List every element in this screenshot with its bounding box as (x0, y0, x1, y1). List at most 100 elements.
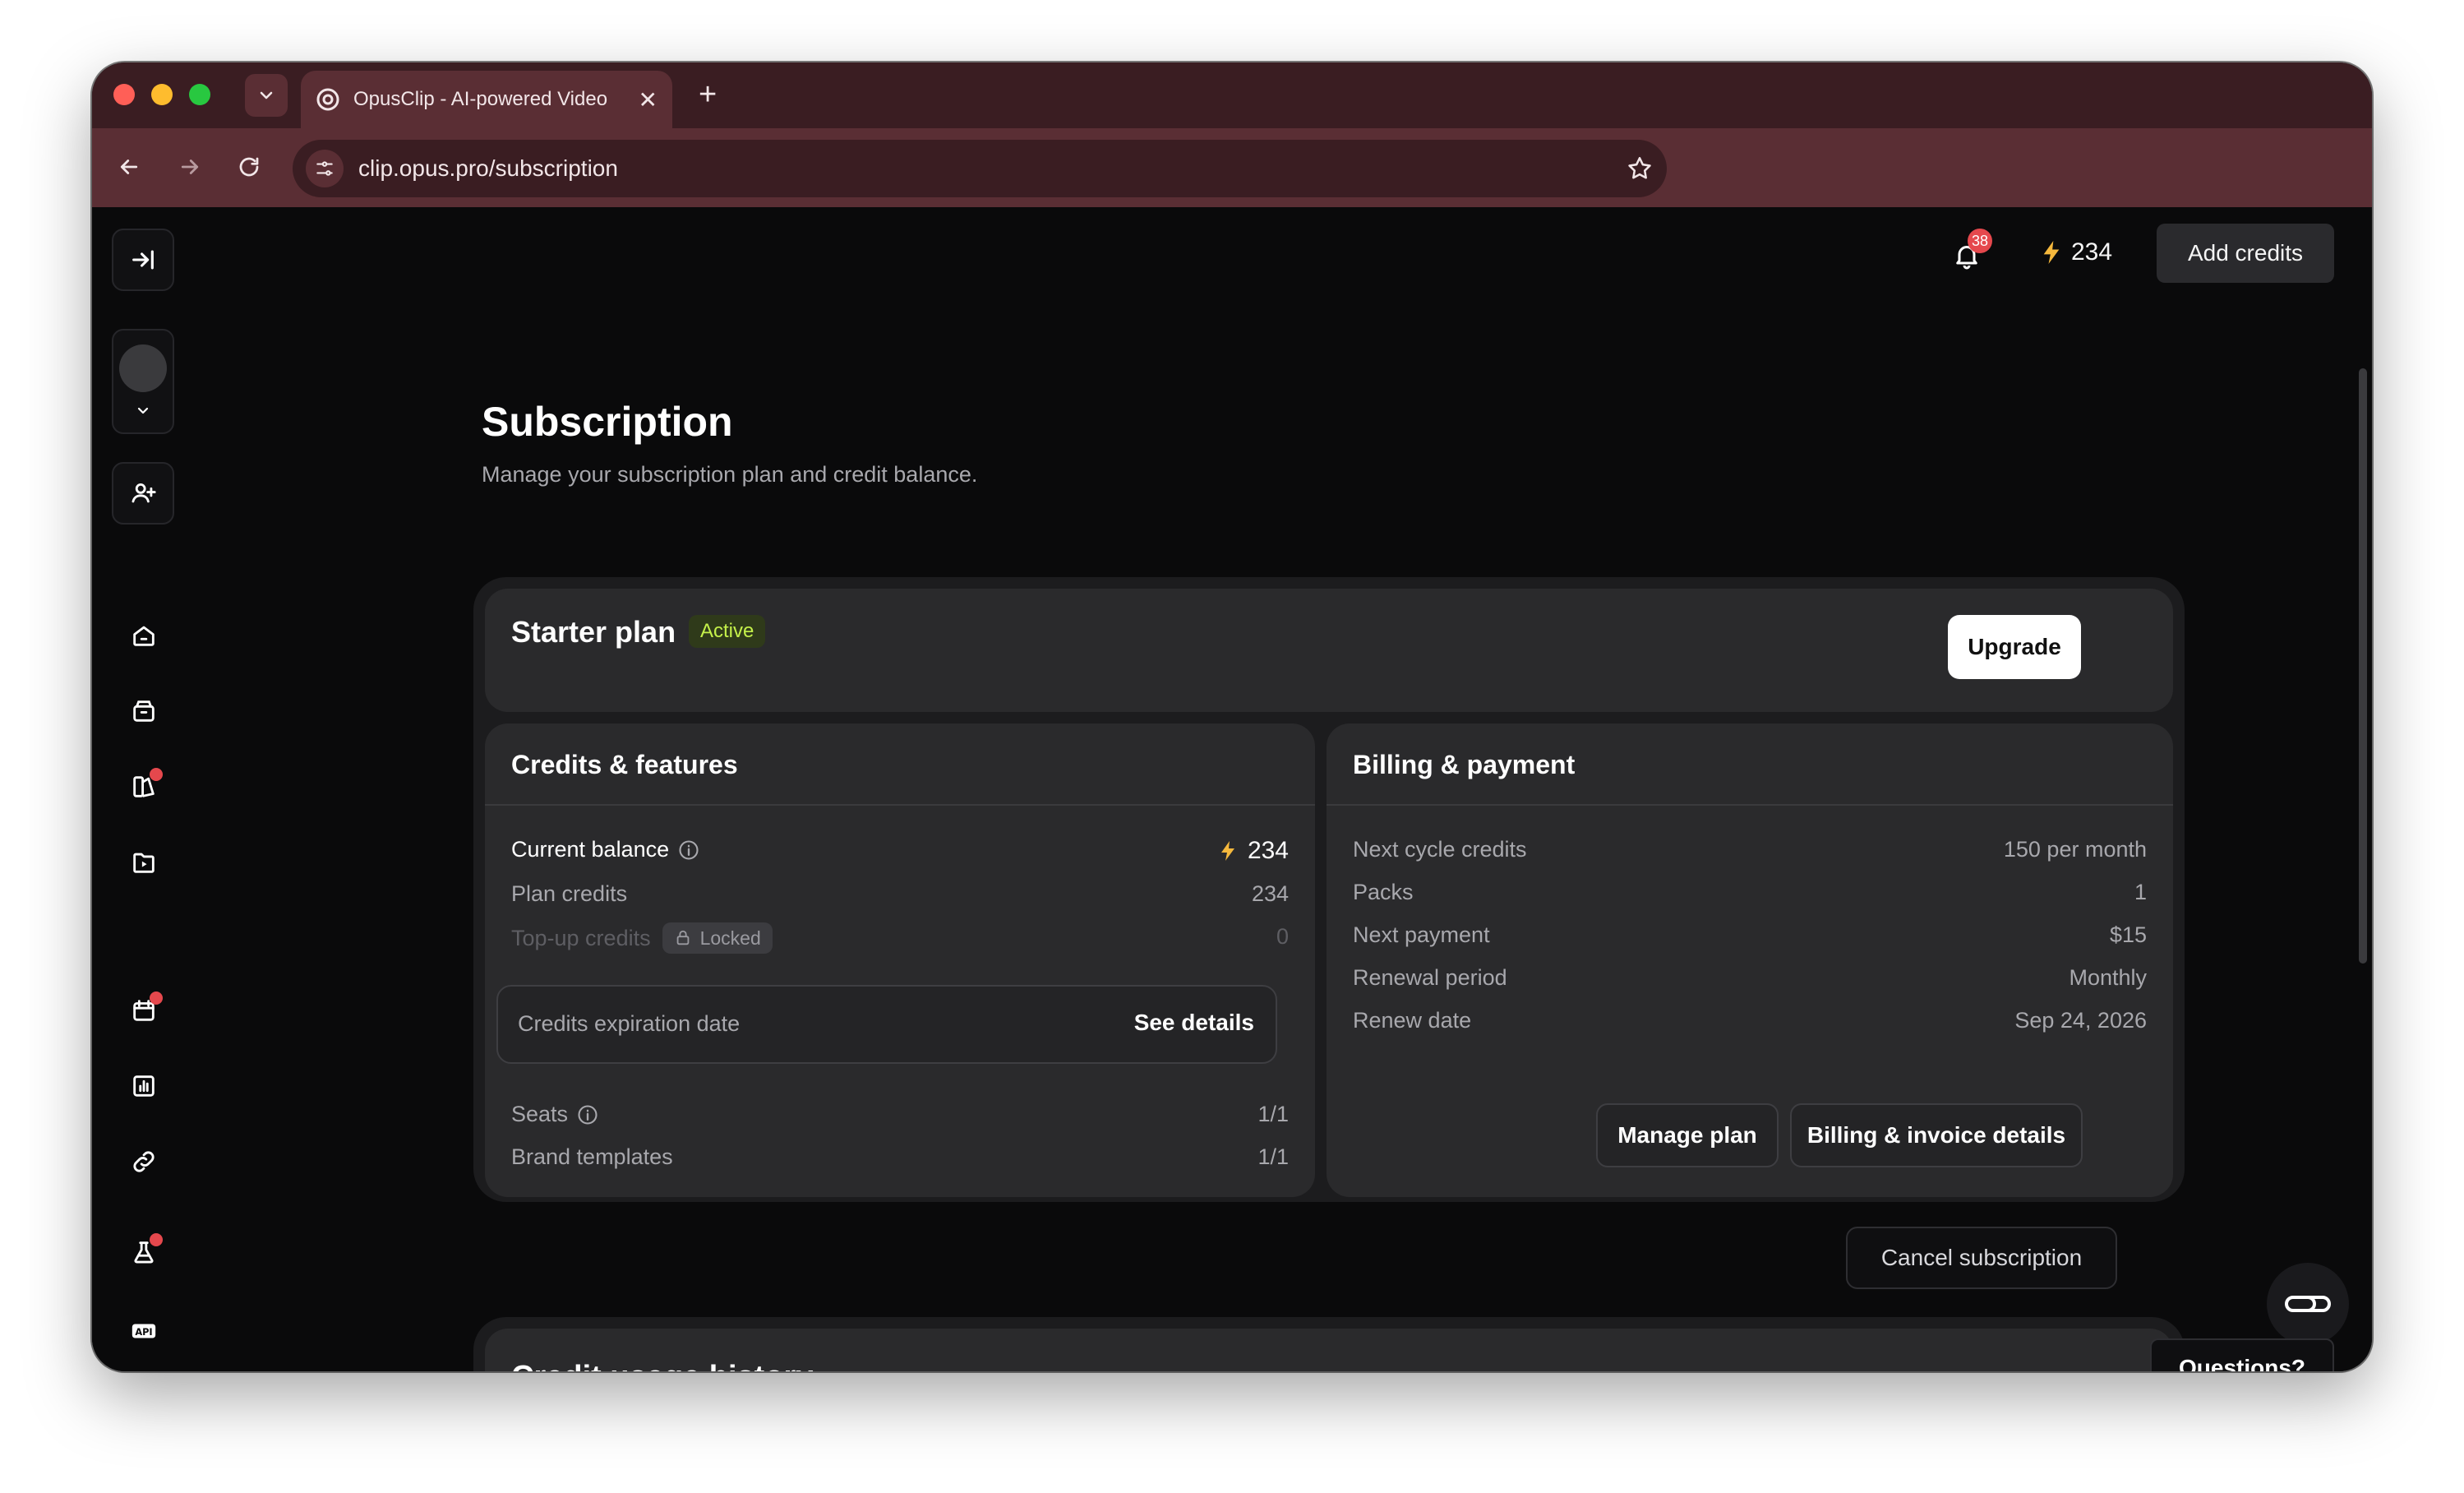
analytics-icon (133, 1075, 155, 1097)
sidebar-item-brand[interactable] (125, 768, 163, 806)
sidebar-item-api[interactable]: API (125, 1312, 163, 1350)
see-details-button[interactable]: See details (1134, 1010, 1254, 1036)
archive-icon (133, 700, 155, 722)
opusclip-favicon-icon (316, 88, 339, 111)
expand-sidebar-icon (132, 250, 154, 270)
add-user-icon (132, 483, 156, 503)
billing-row-label: Next payment (1353, 922, 1490, 947)
locked-badge: Locked (662, 922, 773, 954)
sidebar-item-links[interactable] (125, 1143, 163, 1181)
home-icon (133, 626, 155, 646)
tab-strip: OpusClip - AI-powered Video ✕ + (92, 62, 2372, 128)
notification-dot (150, 991, 163, 1005)
close-window-button[interactable] (113, 84, 135, 105)
topup-credits-label: Top-up credits Locked (511, 919, 773, 957)
tab-close-icon[interactable]: ✕ (639, 86, 658, 113)
site-info-button[interactable] (306, 150, 344, 187)
notification-dot (150, 1233, 163, 1246)
reload-button[interactable] (228, 146, 270, 187)
invite-member-button[interactable] (112, 462, 174, 525)
billing-row-label: Next cycle credits (1353, 837, 1527, 862)
arrow-right-icon (181, 159, 199, 174)
reload-icon (239, 157, 259, 177)
scrollbar[interactable] (2359, 368, 2367, 964)
api-icon: API (132, 1324, 156, 1338)
url-text: clip.opus.pro/subscription (358, 155, 618, 181)
current-balance-value: 234 (1128, 837, 1289, 865)
expand-sidebar-button[interactable] (112, 229, 174, 291)
upgrade-button[interactable]: Upgrade (1948, 615, 2081, 679)
chevron-down-icon (137, 407, 149, 414)
status-badge: Active (689, 615, 766, 648)
manage-plan-button[interactable]: Manage plan (1596, 1103, 1779, 1167)
billing-row-label: Renew date (1353, 1008, 1472, 1033)
browser-window: OpusClip - AI-powered Video ✕ + clip.opu… (92, 62, 2372, 1371)
chat-infinity-icon (2285, 1296, 2331, 1312)
seats-label: Seats (511, 1102, 599, 1127)
sidebar-item-assets[interactable] (125, 692, 163, 730)
billing-row-value: 1 (2134, 880, 2147, 904)
link-icon (133, 1151, 155, 1172)
page-content: API 38 234 Add credits Subscription Mana… (92, 207, 2372, 1371)
billing-row-value: 150 per month (2003, 837, 2147, 862)
lightning-bolt-icon (2043, 241, 2060, 264)
cancel-subscription-button[interactable]: Cancel subscription (1846, 1227, 2117, 1289)
arrow-left-icon (120, 159, 138, 174)
credit-balance[interactable]: 234 (2040, 224, 2112, 281)
info-icon[interactable] (576, 1103, 599, 1126)
minimize-window-button[interactable] (151, 84, 173, 105)
sidebar-item-analytics[interactable] (125, 1067, 163, 1105)
notification-dot (150, 768, 163, 781)
new-tab-button[interactable]: + (699, 77, 717, 113)
tab-title: OpusClip - AI-powered Video (353, 88, 608, 110)
seats-value: 1/1 (1257, 1102, 1289, 1126)
credit-usage-history-title: Credit usage history (511, 1360, 813, 1371)
address-bar[interactable]: clip.opus.pro/subscription (293, 140, 1667, 197)
plan-name: Starter plan (511, 615, 676, 649)
divider (485, 804, 1315, 806)
workspace-switcher[interactable] (112, 329, 174, 434)
current-balance-label: Current balance (511, 837, 700, 862)
toolbar: clip.opus.pro/subscription (92, 128, 2372, 207)
tune-icon (316, 161, 333, 176)
billing-invoice-details-button[interactable]: Billing & invoice details (1790, 1103, 2083, 1167)
brand-templates-label: Brand templates (511, 1144, 673, 1169)
sidebar-item-home[interactable] (125, 617, 163, 654)
sidebar-item-labs[interactable] (125, 1233, 163, 1271)
questions-button[interactable]: Questions? (2150, 1338, 2334, 1371)
credits-expiration-row: Credits expiration date See details (496, 985, 1277, 1064)
credits-features-title: Credits & features (511, 750, 738, 779)
page-subtitle: Manage your subscription plan and credit… (482, 462, 978, 487)
notification-count-badge: 38 (1968, 229, 1992, 253)
chevron-down-icon (260, 91, 273, 99)
svg-text:API: API (135, 1326, 152, 1338)
sidebar-item-calendar[interactable] (125, 991, 163, 1029)
browser-tab[interactable]: OpusClip - AI-powered Video ✕ (301, 71, 672, 128)
add-credits-button[interactable]: Add credits (2157, 224, 2334, 283)
lightning-bolt-icon (1220, 841, 1234, 861)
topup-credits-value: 0 (1276, 924, 1289, 949)
billing-row-label: Packs (1353, 880, 1414, 904)
billing-payment-title: Billing & payment (1353, 750, 1576, 779)
plan-credits-label: Plan credits (511, 881, 628, 906)
billing-row-value: Monthly (2069, 965, 2147, 990)
page-title: Subscription (482, 399, 733, 445)
credit-balance-value: 234 (2071, 238, 2113, 266)
forward-button[interactable] (169, 146, 210, 187)
video-folder-icon (133, 853, 155, 873)
back-button[interactable] (108, 146, 150, 187)
billing-row-label: Renewal period (1353, 965, 1507, 990)
avatar (119, 344, 167, 392)
maximize-window-button[interactable] (189, 84, 210, 105)
tab-search-button[interactable] (245, 74, 288, 117)
billing-row-value: Sep 24, 2026 (2014, 1008, 2147, 1033)
lock-icon (676, 930, 689, 945)
credits-expiration-label: Credits expiration date (518, 1011, 741, 1036)
divider (1327, 804, 2173, 806)
bookmark-star-icon[interactable] (1626, 155, 1654, 183)
sidebar-item-projects[interactable] (125, 844, 163, 881)
support-chat-button[interactable] (2267, 1263, 2349, 1345)
info-icon[interactable] (677, 839, 700, 862)
brand-templates-value: 1/1 (1257, 1144, 1289, 1169)
billing-row-value: $15 (2109, 922, 2147, 947)
